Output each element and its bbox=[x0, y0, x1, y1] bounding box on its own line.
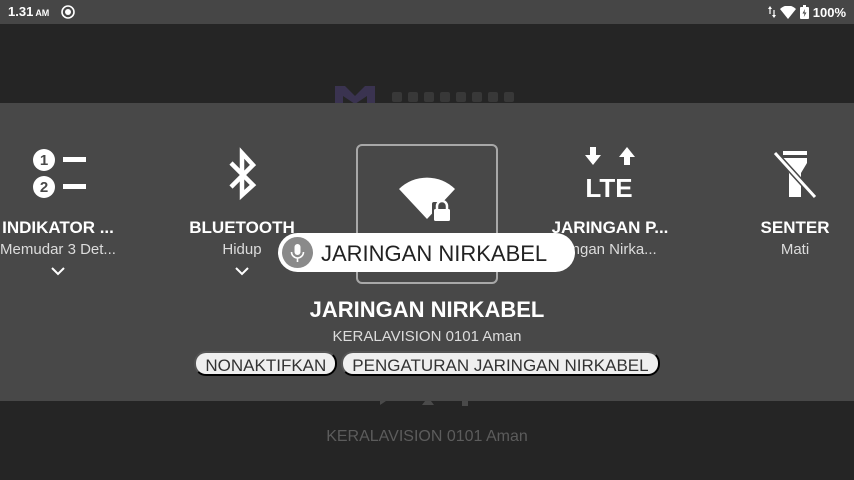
notification-icon bbox=[61, 5, 75, 19]
chevron-down-icon[interactable] bbox=[235, 266, 249, 276]
wifi-status-icon bbox=[779, 5, 796, 19]
numbered-list-icon: 1 2 bbox=[33, 149, 86, 198]
tile-flashlight-title: SENTER bbox=[760, 218, 830, 237]
detail-title: JARINGAN NIRKABEL bbox=[309, 297, 545, 322]
bluetooth-icon bbox=[229, 147, 257, 201]
tile-flashlight[interactable]: SENTER Mati bbox=[715, 103, 854, 293]
wifi-settings-button[interactable]: PENGATURAN JARINGAN NIRKABEL bbox=[341, 351, 660, 376]
tile-flashlight-subtitle: Mati bbox=[780, 241, 810, 258]
app-logo-icon bbox=[335, 86, 375, 104]
data-arrows-icon bbox=[767, 6, 776, 18]
status-bar: 1.31 AM 100% bbox=[0, 0, 854, 24]
svg-text:2: 2 bbox=[40, 179, 48, 196]
lte-icon: LTE bbox=[585, 147, 635, 203]
battery-percent: 100% bbox=[812, 4, 846, 20]
status-time: 1.31 AM bbox=[8, 4, 50, 19]
status-ampm: AM bbox=[35, 8, 50, 18]
quick-settings-panel: 1 2 INDIKATOR ... Memudar 3 Det... BLUET… bbox=[0, 103, 854, 401]
mic-icon bbox=[282, 237, 313, 268]
svg-text:LTE: LTE bbox=[585, 173, 632, 203]
detail-actions: NONAKTIFKAN PENGATURAN JARINGAN NIRKABEL bbox=[0, 351, 854, 376]
flashlight-off-icon bbox=[772, 150, 818, 200]
tile-indicator[interactable]: 1 2 INDIKATOR ... Memudar 3 Det... bbox=[0, 103, 138, 293]
detail-subtitle: KERALAVISION 0101 Aman bbox=[332, 328, 522, 345]
speech-feedback-text: JARINGAN NIRKABEL bbox=[321, 241, 548, 266]
tile-indicator-title: INDIKATOR ... bbox=[2, 218, 114, 237]
svg-text:1: 1 bbox=[40, 152, 48, 169]
wifi-lock-icon bbox=[399, 177, 455, 222]
tile-indicator-subtitle: Memudar 3 Det... bbox=[0, 241, 116, 258]
status-right: 100% bbox=[767, 4, 846, 20]
background-network-label: KERALAVISION 0101 Aman bbox=[326, 428, 528, 445]
battery-icon bbox=[799, 5, 809, 19]
app-brand-icon bbox=[392, 92, 514, 102]
turn-off-button[interactable]: NONAKTIFKAN bbox=[194, 351, 338, 376]
chevron-down-icon[interactable] bbox=[51, 266, 65, 276]
speech-feedback-bubble: JARINGAN NIRKABEL bbox=[278, 233, 575, 272]
